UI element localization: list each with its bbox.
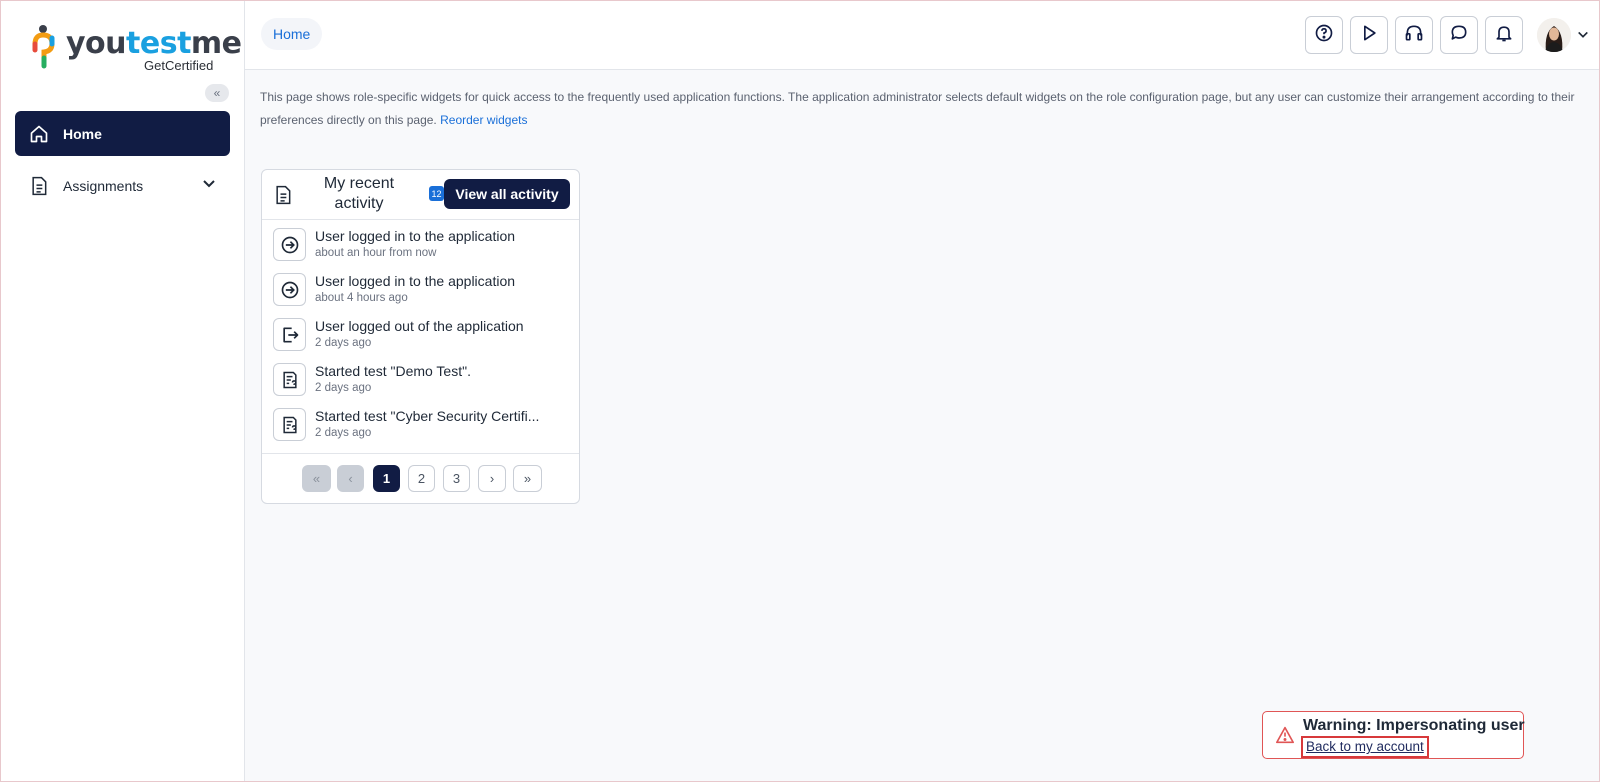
- view-all-activity-button[interactable]: View all activity: [444, 179, 570, 209]
- avatar-icon: [1537, 18, 1571, 52]
- activity-title: User logged out of the application: [315, 318, 524, 334]
- logo-tagline: GetCertified: [144, 58, 214, 73]
- back-to-my-account-link[interactable]: Back to my account: [1301, 736, 1429, 758]
- login-icon: [273, 228, 306, 261]
- chevron-down-icon[interactable]: [1577, 28, 1589, 46]
- page-button-3[interactable]: 3: [443, 465, 470, 492]
- play-button[interactable]: [1350, 16, 1388, 54]
- impersonation-warning: Warning: Impersonating user Back to my a…: [1262, 711, 1525, 759]
- logo-wordmark: youtestme: [66, 26, 242, 61]
- help-icon: [1314, 23, 1334, 48]
- notifications-button[interactable]: [1485, 16, 1523, 54]
- activity-title: User logged in to the application: [315, 273, 516, 289]
- help-button[interactable]: [1305, 16, 1343, 54]
- chat-button[interactable]: [1440, 16, 1478, 54]
- bell-icon: [1494, 23, 1514, 48]
- warning-icon: [1275, 726, 1295, 749]
- collapse-sidebar-button[interactable]: «: [205, 84, 229, 102]
- sidebar: youtestme GetCertified « Home Assignment…: [0, 0, 245, 782]
- widget-header: My recent activity 12 View all activity: [262, 170, 579, 220]
- chevron-down-icon: [202, 177, 216, 194]
- last-page-button[interactable]: »: [513, 465, 542, 492]
- recent-activity-widget: My recent activity 12 View all activity …: [261, 169, 580, 504]
- first-page-button[interactable]: «: [302, 465, 331, 492]
- activity-count-badge: 12: [429, 186, 444, 201]
- activity-item: User logged in to the application about …: [272, 225, 572, 265]
- sidebar-item-label: Home: [63, 125, 102, 142]
- activity-title: User logged in to the application: [315, 228, 516, 244]
- activity-time: about an hour from now: [315, 247, 437, 259]
- top-bar: Home: [245, 0, 1600, 70]
- sidebar-item-assignments[interactable]: Assignments: [15, 163, 230, 208]
- activity-time: 2 days ago: [315, 382, 372, 394]
- activity-item: User logged out of the application 2 day…: [272, 315, 572, 355]
- warning-text: Warning: Impersonating user: [1303, 717, 1525, 734]
- breadcrumb-home[interactable]: Home: [261, 18, 323, 50]
- prev-page-button[interactable]: ‹: [337, 465, 364, 492]
- test-icon: [273, 408, 306, 441]
- page-button-1[interactable]: 1: [373, 465, 400, 492]
- logo-word-you: you: [66, 26, 127, 61]
- sidebar-item-label: Assignments: [63, 177, 144, 194]
- login-icon: [273, 273, 306, 306]
- logo[interactable]: youtestme GetCertified: [32, 24, 242, 74]
- document-icon: [29, 176, 49, 196]
- reorder-widgets-link[interactable]: Reorder widgets: [440, 113, 527, 127]
- sidebar-item-home[interactable]: Home: [15, 111, 230, 156]
- support-button[interactable]: [1395, 16, 1433, 54]
- double-chevron-left-icon: «: [213, 86, 221, 100]
- activity-title: Started test "Cyber Security Certifi...: [315, 408, 540, 424]
- activity-time: about 4 hours ago: [315, 292, 408, 304]
- logo-word-me: me: [190, 26, 242, 61]
- activity-time: 2 days ago: [315, 337, 372, 349]
- widget-title: My recent activity: [323, 175, 395, 212]
- activity-item: Started test "Cyber Security Certifi... …: [272, 405, 572, 445]
- page-button-2[interactable]: 2: [408, 465, 435, 492]
- logo-word-test: test: [126, 26, 191, 61]
- play-icon: [1359, 23, 1379, 48]
- activity-time: 2 days ago: [315, 427, 372, 439]
- pagination: « ‹ 1 2 3 › »: [262, 453, 579, 503]
- test-icon: [273, 363, 306, 396]
- logout-icon: [273, 318, 306, 351]
- user-avatar[interactable]: [1537, 18, 1571, 52]
- chat-icon: [1449, 23, 1469, 48]
- logo-mark-icon: [32, 25, 55, 69]
- page-description: This page shows role-specific widgets fo…: [260, 86, 1580, 132]
- home-icon: [29, 124, 49, 144]
- next-page-button[interactable]: ›: [478, 465, 506, 492]
- document-icon: [274, 185, 292, 210]
- activity-item: Started test "Demo Test". 2 days ago: [272, 360, 572, 400]
- headset-icon: [1404, 23, 1424, 48]
- activity-title: Started test "Demo Test".: [315, 363, 471, 379]
- activity-item: User logged in to the application about …: [272, 270, 572, 310]
